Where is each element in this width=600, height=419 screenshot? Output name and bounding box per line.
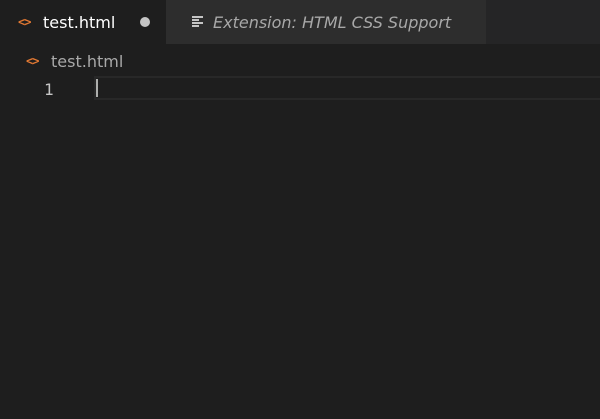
tab-label: test.html: [43, 12, 116, 32]
unsaved-dot-icon[interactable]: [140, 17, 151, 27]
preview-icon: [192, 16, 204, 28]
breadcrumb[interactable]: <> test.html: [26, 50, 123, 72]
tab-extension-html-css-support[interactable]: Extension: HTML CSS Support: [166, 0, 486, 44]
current-line-highlight[interactable]: [94, 76, 600, 100]
tab-bar-empty-space: [486, 0, 600, 44]
code-icon: <>: [26, 54, 39, 68]
line-number: 1: [44, 80, 54, 99]
tab-test-html[interactable]: <> test.html: [0, 0, 166, 44]
editor-window: <> test.html Extension: HTML CSS Support…: [0, 0, 600, 419]
breadcrumb-file[interactable]: test.html: [51, 52, 123, 71]
tab-label: Extension: HTML CSS Support: [213, 12, 452, 32]
text-cursor: [96, 79, 98, 97]
code-icon: <>: [18, 15, 31, 29]
tab-bar: <> test.html Extension: HTML CSS Support: [0, 0, 600, 44]
